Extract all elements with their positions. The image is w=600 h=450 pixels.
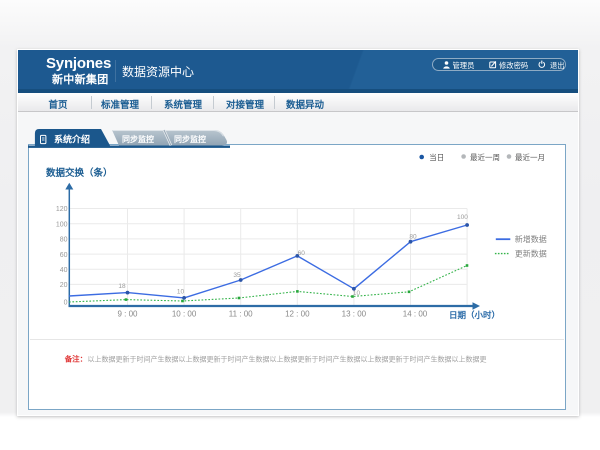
svg-text:9 : 00: 9 : 00	[117, 310, 138, 319]
svg-text:备注：: 备注：	[64, 354, 87, 364]
svg-text:18: 18	[118, 283, 126, 290]
svg-text:10: 10	[353, 290, 361, 297]
svg-text:日期（小时）: 日期（小时）	[449, 310, 500, 320]
svg-text:11 : 00: 11 : 00	[229, 310, 253, 319]
svg-text:40: 40	[60, 267, 68, 274]
svg-text:20: 20	[60, 282, 68, 289]
svg-text:最近一月: 最近一月	[515, 152, 545, 162]
svg-text:35: 35	[233, 272, 241, 279]
svg-text:0: 0	[64, 300, 68, 307]
svg-text:最近一周: 最近一周	[470, 152, 500, 162]
svg-text:以上数据更新于时间产生数据以上数据更新于时间产生数据以上数据: 以上数据更新于时间产生数据以上数据更新于时间产生数据以上数据更新于时间产生数据以…	[88, 355, 487, 364]
svg-text:60: 60	[60, 252, 68, 259]
svg-text:10 : 00: 10 : 00	[172, 310, 197, 319]
svg-text:新增数据: 新增数据	[515, 234, 547, 244]
svg-text:当日: 当日	[429, 152, 444, 162]
svg-text:100: 100	[56, 221, 68, 228]
svg-text:14 : 00: 14 : 00	[403, 310, 428, 319]
svg-text:80: 80	[60, 237, 68, 244]
svg-text:系统介绍: 系统介绍	[54, 133, 90, 144]
svg-text:数据交换（条）: 数据交换（条）	[45, 167, 113, 179]
svg-text:60: 60	[298, 250, 306, 257]
svg-text:12 : 00: 12 : 00	[285, 310, 310, 319]
svg-text:80: 80	[409, 234, 417, 241]
svg-text:10: 10	[177, 289, 185, 296]
svg-text:100: 100	[457, 214, 468, 221]
svg-text:更新数据: 更新数据	[515, 249, 547, 259]
svg-text:同步监控: 同步监控	[174, 134, 206, 144]
svg-text:同步监控: 同步监控	[122, 134, 154, 144]
svg-text:13 : 00: 13 : 00	[342, 310, 367, 319]
svg-text:120: 120	[56, 206, 68, 213]
